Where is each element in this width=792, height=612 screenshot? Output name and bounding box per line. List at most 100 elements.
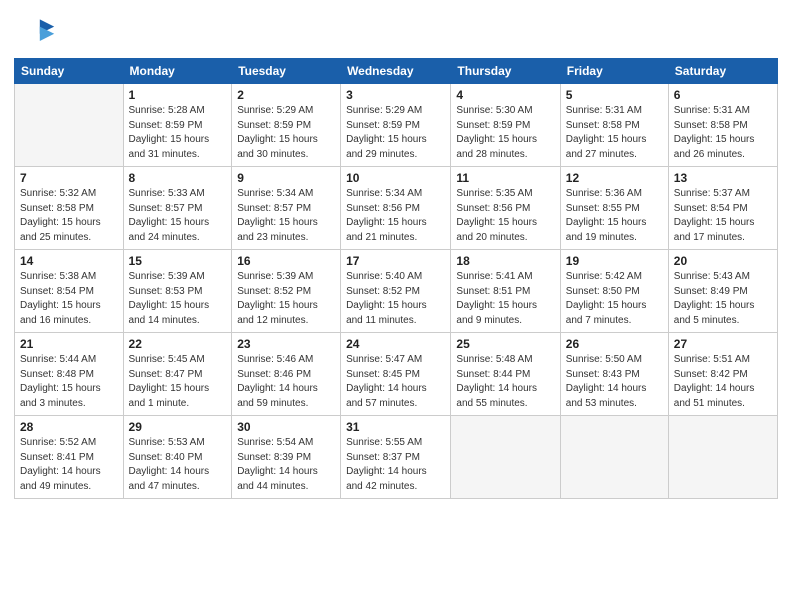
day-info: Sunrise: 5:52 AM Sunset: 8:41 PM Dayligh… [20,436,118,494]
calendar-day: 3 Sunrise: 5:29 AM Sunset: 8:59 PM Daylig… [341,84,451,167]
logo [20,14,58,50]
day-number: 25 [456,337,554,351]
calendar-day: 4Sunrise: 5:30 AM Sunset: 8:59 PM Daylig… [451,84,560,167]
week-row: 7 Sunrise: 5:32 AM Sunset: 8:58 PM Daylig… [15,167,778,250]
calendar-day: 23 Sunrise: 5:46 AM Sunset: 8:46 PM Dayli… [232,333,341,416]
calendar-day: 8Sunrise: 5:33 AM Sunset: 8:57 PM Daylig… [123,167,232,250]
calendar-day: 15 Sunrise: 5:39 AM Sunset: 8:53 PM Dayli… [123,250,232,333]
calendar-day: 29Sunrise: 5:53 AM Sunset: 8:40 PM Dayli… [123,416,232,499]
day-info: Sunrise: 5:31 AM Sunset: 8:58 PM Dayligh… [674,104,772,162]
calendar-day: 16 Sunrise: 5:39 AM Sunset: 8:52 PM Dayli… [232,250,341,333]
day-number: 17 [346,254,445,268]
day-number: 12 [566,171,663,185]
day-number: 9 [237,171,335,185]
calendar-day: 20Sunrise: 5:43 AM Sunset: 8:49 PM Dayli… [668,250,777,333]
day-info: Sunrise: 5:30 AM Sunset: 8:59 PM Dayligh… [456,104,554,162]
day-number: 11 [456,171,554,185]
calendar-day: 26 Sunrise: 5:50 AM Sunset: 8:43 PM Dayli… [560,333,668,416]
calendar-day: 7 Sunrise: 5:32 AM Sunset: 8:58 PM Daylig… [15,167,124,250]
day-of-week-header: Thursday [451,59,560,84]
day-info: Sunrise: 5:35 AM Sunset: 8:56 PM Dayligh… [456,187,554,245]
calendar-day: 12 Sunrise: 5:36 AM Sunset: 8:55 PM Dayli… [560,167,668,250]
day-info: Sunrise: 5:42 AM Sunset: 8:50 PM Dayligh… [566,270,663,328]
week-row: 14 Sunrise: 5:38 AM Sunset: 8:54 PM Dayli… [15,250,778,333]
day-number: 21 [20,337,118,351]
day-header-row: SundayMondayTuesdayWednesdayThursdayFrid… [15,59,778,84]
calendar-day [560,416,668,499]
calendar-day [15,84,124,167]
day-number: 13 [674,171,772,185]
day-info: Sunrise: 5:31 AM Sunset: 8:58 PM Dayligh… [566,104,663,162]
day-number: 28 [20,420,118,434]
calendar-day: 11 Sunrise: 5:35 AM Sunset: 8:56 PM Dayli… [451,167,560,250]
day-number: 2 [237,88,335,102]
day-number: 22 [129,337,227,351]
day-number: 5 [566,88,663,102]
day-info: Sunrise: 5:41 AM Sunset: 8:51 PM Dayligh… [456,270,554,328]
day-number: 26 [566,337,663,351]
day-info: Sunrise: 5:40 AM Sunset: 8:52 PM Dayligh… [346,270,445,328]
calendar-day: 24 Sunrise: 5:47 AM Sunset: 8:45 PM Dayli… [341,333,451,416]
day-info: Sunrise: 5:29 AM Sunset: 8:59 PM Dayligh… [346,104,445,162]
day-info: Sunrise: 5:54 AM Sunset: 8:39 PM Dayligh… [237,436,335,494]
calendar-day [668,416,777,499]
header [0,0,792,58]
day-info: Sunrise: 5:29 AM Sunset: 8:59 PM Dayligh… [237,104,335,162]
calendar-day: 27 Sunrise: 5:51 AM Sunset: 8:42 PM Dayli… [668,333,777,416]
day-number: 15 [129,254,227,268]
week-row: 1 Sunrise: 5:28 AM Sunset: 8:59 PM Daylig… [15,84,778,167]
day-number: 1 [129,88,227,102]
day-number: 7 [20,171,118,185]
day-info: Sunrise: 5:51 AM Sunset: 8:42 PM Dayligh… [674,353,772,411]
day-number: 16 [237,254,335,268]
calendar-day: 6 Sunrise: 5:31 AM Sunset: 8:58 PM Daylig… [668,84,777,167]
day-info: Sunrise: 5:44 AM Sunset: 8:48 PM Dayligh… [20,353,118,411]
day-info: Sunrise: 5:34 AM Sunset: 8:57 PM Dayligh… [237,187,335,245]
day-info: Sunrise: 5:45 AM Sunset: 8:47 PM Dayligh… [129,353,227,411]
day-info: Sunrise: 5:34 AM Sunset: 8:56 PM Dayligh… [346,187,445,245]
page: SundayMondayTuesdayWednesdayThursdayFrid… [0,0,792,612]
day-number: 30 [237,420,335,434]
calendar-day: 14 Sunrise: 5:38 AM Sunset: 8:54 PM Dayli… [15,250,124,333]
calendar-day: 9 Sunrise: 5:34 AM Sunset: 8:57 PM Daylig… [232,167,341,250]
calendar-day: 19 Sunrise: 5:42 AM Sunset: 8:50 PM Dayli… [560,250,668,333]
day-info: Sunrise: 5:36 AM Sunset: 8:55 PM Dayligh… [566,187,663,245]
day-info: Sunrise: 5:53 AM Sunset: 8:40 PM Dayligh… [129,436,227,494]
calendar-day: 1 Sunrise: 5:28 AM Sunset: 8:59 PM Daylig… [123,84,232,167]
calendar-day: 28 Sunrise: 5:52 AM Sunset: 8:41 PM Dayli… [15,416,124,499]
day-number: 14 [20,254,118,268]
day-info: Sunrise: 5:28 AM Sunset: 8:59 PM Dayligh… [129,104,227,162]
day-info: Sunrise: 5:37 AM Sunset: 8:54 PM Dayligh… [674,187,772,245]
day-number: 10 [346,171,445,185]
calendar-day: 17 Sunrise: 5:40 AM Sunset: 8:52 PM Dayli… [341,250,451,333]
day-number: 24 [346,337,445,351]
day-of-week-header: Wednesday [341,59,451,84]
day-number: 3 [346,88,445,102]
day-number: 23 [237,337,335,351]
day-of-week-header: Monday [123,59,232,84]
day-info: Sunrise: 5:43 AM Sunset: 8:49 PM Dayligh… [674,270,772,328]
day-info: Sunrise: 5:50 AM Sunset: 8:43 PM Dayligh… [566,353,663,411]
day-info: Sunrise: 5:32 AM Sunset: 8:58 PM Dayligh… [20,187,118,245]
week-row: 21 Sunrise: 5:44 AM Sunset: 8:48 PM Dayli… [15,333,778,416]
day-of-week-header: Sunday [15,59,124,84]
calendar-day: 13 Sunrise: 5:37 AM Sunset: 8:54 PM Dayli… [668,167,777,250]
day-number: 6 [674,88,772,102]
calendar-table: SundayMondayTuesdayWednesdayThursdayFrid… [14,58,778,499]
calendar-day: 25 Sunrise: 5:48 AM Sunset: 8:44 PM Dayli… [451,333,560,416]
day-info: Sunrise: 5:38 AM Sunset: 8:54 PM Dayligh… [20,270,118,328]
week-row: 28 Sunrise: 5:52 AM Sunset: 8:41 PM Dayli… [15,416,778,499]
day-info: Sunrise: 5:39 AM Sunset: 8:53 PM Dayligh… [129,270,227,328]
day-info: Sunrise: 5:46 AM Sunset: 8:46 PM Dayligh… [237,353,335,411]
day-info: Sunrise: 5:47 AM Sunset: 8:45 PM Dayligh… [346,353,445,411]
day-number: 19 [566,254,663,268]
calendar-day [451,416,560,499]
day-number: 27 [674,337,772,351]
day-info: Sunrise: 5:33 AM Sunset: 8:57 PM Dayligh… [129,187,227,245]
day-info: Sunrise: 5:39 AM Sunset: 8:52 PM Dayligh… [237,270,335,328]
calendar-day: 5 Sunrise: 5:31 AM Sunset: 8:58 PM Daylig… [560,84,668,167]
logo-icon [20,14,56,50]
calendar-day: 22 Sunrise: 5:45 AM Sunset: 8:47 PM Dayli… [123,333,232,416]
day-info: Sunrise: 5:48 AM Sunset: 8:44 PM Dayligh… [456,353,554,411]
day-number: 31 [346,420,445,434]
